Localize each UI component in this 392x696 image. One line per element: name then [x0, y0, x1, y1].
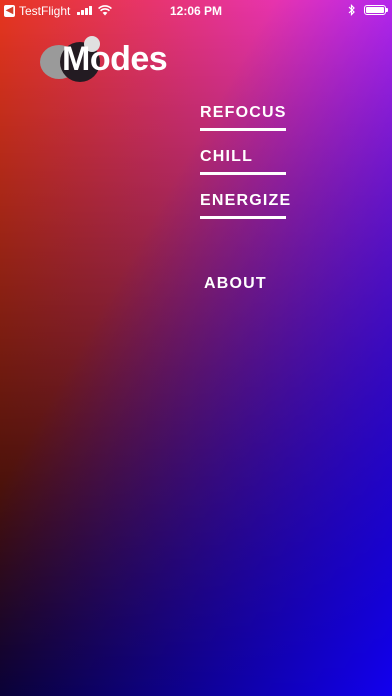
modes-logo: Modes: [40, 36, 180, 88]
about-link[interactable]: ABOUT: [204, 275, 267, 293]
battery-icon: [364, 5, 388, 15]
mode-menu: REFOCUS CHILL ENERGIZE: [200, 104, 290, 236]
bluetooth-icon: [348, 4, 355, 16]
menu-item-label: CHILL: [200, 148, 254, 165]
status-time: 12:06 PM: [169, 4, 223, 18]
battery-cap: [386, 8, 388, 12]
app-screen: ◀ TestFlight 12:06 PM Modes REFOCUS CHIL…: [0, 0, 392, 696]
logo-text: Modes: [62, 40, 168, 78]
gradient-background: [0, 0, 392, 696]
menu-item-underline: [200, 172, 286, 175]
menu-item-refocus[interactable]: REFOCUS: [200, 104, 286, 131]
menu-item-chill[interactable]: CHILL: [200, 148, 286, 175]
menu-item-underline: [200, 128, 286, 131]
menu-item-label: REFOCUS: [200, 104, 287, 121]
menu-item-label: ENERGIZE: [200, 192, 292, 209]
status-bar: ◀ TestFlight 12:06 PM: [0, 0, 392, 22]
battery-level: [366, 7, 384, 13]
menu-item-energize[interactable]: ENERGIZE: [200, 192, 290, 219]
menu-item-underline: [200, 216, 286, 219]
status-bar-right: [348, 4, 388, 16]
